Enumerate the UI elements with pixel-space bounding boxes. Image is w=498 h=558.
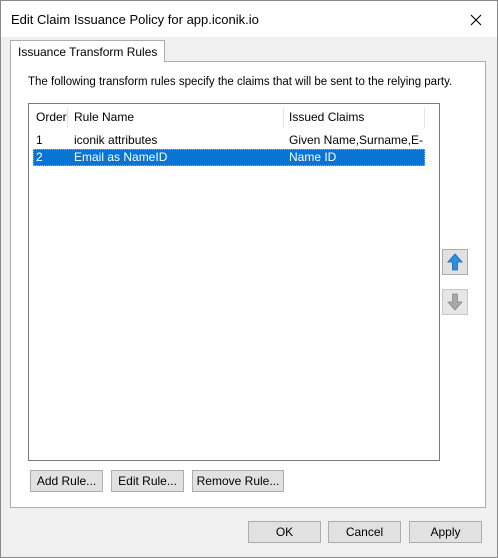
table-row-selected[interactable]: 2 Email as NameID Name ID <box>33 149 425 166</box>
row-issued-claims: Name ID <box>289 150 337 164</box>
table-row[interactable]: 1 iconik attributes Given Name,Surname,E… <box>33 132 425 149</box>
rules-list-header: Order Rule Name Issued Claims <box>29 104 439 130</box>
row-rule-name: Email as NameID <box>74 150 168 164</box>
rules-list[interactable]: Order Rule Name Issued Claims 1 iconik a… <box>28 103 440 461</box>
row-order: 1 <box>36 133 43 147</box>
remove-rule-button[interactable]: Remove Rule... <box>192 470 284 492</box>
title-bar: Edit Claim Issuance Policy for app.iconi… <box>1 1 497 37</box>
row-rule-name: iconik attributes <box>74 133 158 147</box>
tab-issuance-transform-rules[interactable]: Issuance Transform Rules <box>10 40 166 62</box>
window-title: Edit Claim Issuance Policy for app.iconi… <box>11 12 259 27</box>
tab-panel: The following transform rules specify th… <box>10 61 486 508</box>
tab-label: Issuance Transform Rules <box>18 44 158 59</box>
column-header-rule-name[interactable]: Rule Name <box>67 104 283 130</box>
apply-button[interactable]: Apply <box>409 521 482 543</box>
ok-button[interactable]: OK <box>248 521 321 543</box>
arrow-up-icon <box>447 253 463 271</box>
row-issued-claims: Given Name,Surname,E-... <box>289 133 423 147</box>
add-rule-button[interactable]: Add Rule... <box>30 470 103 492</box>
panel-description: The following transform rules specify th… <box>28 76 453 88</box>
column-separator[interactable] <box>424 108 425 128</box>
cancel-button[interactable]: Cancel <box>328 521 401 543</box>
claim-issuance-policy-dialog: Edit Claim Issuance Policy for app.iconi… <box>0 0 498 558</box>
edit-rule-button[interactable]: Edit Rule... <box>111 470 184 492</box>
move-down-button[interactable] <box>442 289 468 315</box>
close-icon <box>470 14 482 26</box>
row-order: 2 <box>36 150 43 164</box>
move-up-button[interactable] <box>442 249 468 275</box>
arrow-down-icon <box>447 293 463 311</box>
close-button[interactable] <box>461 7 491 33</box>
column-header-issued-claims[interactable]: Issued Claims <box>282 104 424 130</box>
column-header-order[interactable]: Order <box>29 104 67 130</box>
